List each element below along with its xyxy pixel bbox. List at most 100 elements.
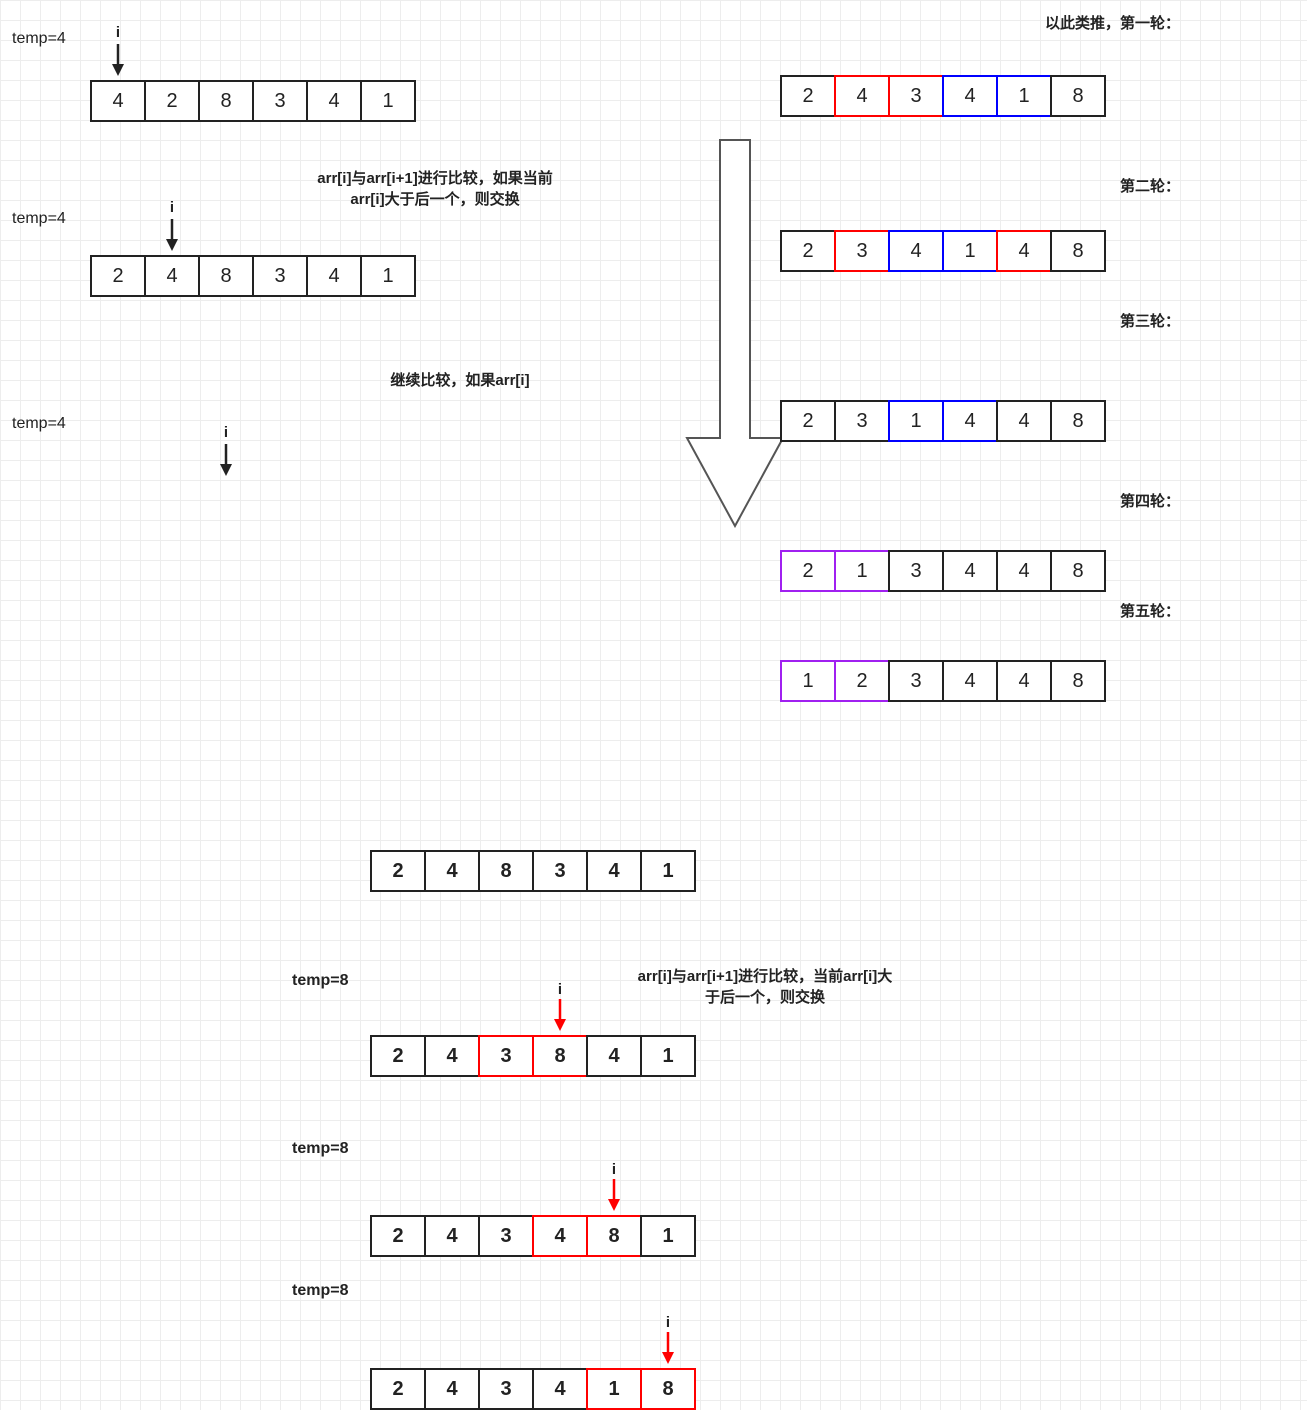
array-cell: 8 [586,1215,642,1257]
pointer-i-arrow [218,442,234,482]
temp-label: temp=4 [12,415,66,433]
array-cell: 4 [586,1035,642,1077]
step-note: arr[i]与arr[i+1]进行比较，如果当前arr[i]大于后一个，则交换 [305,168,565,210]
array-cell: 3 [888,660,944,702]
array-cell: 2 [780,75,836,117]
temp-label: temp=8 [292,1138,348,1160]
array-cell: 4 [586,850,642,892]
array-cell: 4 [942,550,998,592]
array-cell: 1 [996,75,1052,117]
temp-label: temp=4 [12,30,66,48]
pointer-i-arrow [552,997,568,1039]
temp-label: temp=4 [12,210,66,228]
array-cell: 8 [198,80,254,122]
array-cell: 8 [1050,75,1106,117]
array-cell: 3 [834,400,890,442]
array-cell: 4 [532,1215,588,1257]
array-cell: 4 [424,1215,480,1257]
array-row-step: 248341 [370,850,696,892]
array-cell: 4 [942,400,998,442]
array-cell: 4 [996,230,1052,272]
array-cell: 8 [1050,230,1106,272]
step-note: arr[i]与arr[i+1]进行比较，当前arr[i]大于后一个，则交换 [635,966,895,1008]
array-cell: 4 [306,80,362,122]
pointer-i-arrow [164,217,180,257]
array-cell: 4 [888,230,944,272]
array-cell: 8 [1050,550,1106,592]
pointer-i-label: i [110,24,126,41]
round-label: 第三轮： [780,310,1180,331]
array-cell: 2 [834,660,890,702]
array-cell: 2 [90,255,146,297]
big-arrow-down [685,138,785,532]
array-row-round: 213448 [780,550,1106,592]
array-cell: 2 [370,850,426,892]
array-cell: 3 [252,80,308,122]
array-cell: 3 [532,850,588,892]
array-cell: 2 [780,230,836,272]
array-cell: 3 [478,1035,534,1077]
array-cell: 2 [370,1215,426,1257]
pointer-i-label: i [164,199,180,216]
array-cell: 3 [252,255,308,297]
round-label: 以此类推，第一轮： [780,12,1180,33]
array-row-round: 231448 [780,400,1106,442]
array-cell: 2 [144,80,200,122]
array-row-step: 428341 [90,80,416,122]
array-cell: 1 [780,660,836,702]
array-row-step: 243418 [370,1368,696,1410]
array-cell: 1 [360,255,416,297]
array-cell: 4 [424,1035,480,1077]
round-label: 第五轮： [780,600,1180,621]
array-row-step: 243841 [370,1035,696,1077]
array-cell: 8 [478,850,534,892]
step-note: 继续比较，如果arr[i] 248341 temp=8i arr[i]与arr[… [280,370,640,391]
array-cell: 3 [888,75,944,117]
array-cell: 1 [640,1035,696,1077]
array-cell: 4 [424,850,480,892]
array-cell: 1 [640,850,696,892]
array-row-step: 243481 [370,1215,696,1257]
array-cell: 4 [996,550,1052,592]
array-row-step: 248341 [90,255,416,297]
array-cell: 1 [888,400,944,442]
array-cell: 8 [1050,400,1106,442]
array-cell: 1 [834,550,890,592]
array-cell: 4 [532,1368,588,1410]
array-row-round: 243418 [780,75,1106,117]
array-cell: 3 [888,550,944,592]
array-cell: 2 [780,550,836,592]
array-cell: 4 [996,660,1052,702]
array-cell: 4 [942,660,998,702]
array-cell: 3 [834,230,890,272]
array-cell: 2 [780,400,836,442]
array-cell: 3 [478,1368,534,1410]
pointer-i-arrow [110,42,126,82]
round-label: 第二轮： [780,175,1180,196]
array-cell: 4 [90,80,146,122]
array-cell: 4 [834,75,890,117]
array-cell: 8 [198,255,254,297]
array-cell: 1 [942,230,998,272]
array-cell: 4 [306,255,362,297]
array-cell: 4 [424,1368,480,1410]
array-cell: 8 [1050,660,1106,702]
array-cell: 4 [942,75,998,117]
array-row-round: 123448 [780,660,1106,702]
array-cell: 2 [370,1035,426,1077]
array-cell: 8 [532,1035,588,1077]
array-cell: 1 [640,1215,696,1257]
array-cell: 1 [586,1368,642,1410]
temp-label: temp=8 [292,970,348,992]
temp-label: temp=8 [292,1280,348,1302]
array-cell: 4 [996,400,1052,442]
array-cell: 1 [360,80,416,122]
array-cell: 2 [370,1368,426,1410]
round-label: 第四轮： [780,490,1180,511]
pointer-i-arrow [660,1330,676,1372]
array-row-round: 234148 [780,230,1106,272]
pointer-i-label: i [218,424,234,441]
pointer-i-arrow [606,1177,622,1219]
array-cell: 3 [478,1215,534,1257]
array-cell: 4 [144,255,200,297]
